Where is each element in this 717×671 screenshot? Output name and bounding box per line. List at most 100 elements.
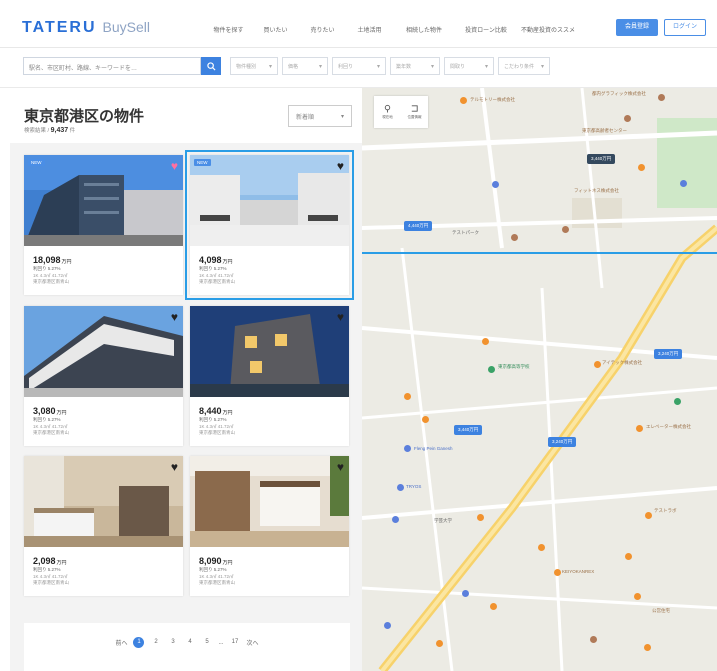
map-place-label: エレベーター株式会社	[646, 424, 691, 429]
favorite-heart-icon[interactable]: ♥	[337, 160, 344, 172]
search-input[interactable]: 駅名、市区町村、路線、キーワードを…	[23, 57, 201, 75]
sort-label: 新着順	[296, 114, 315, 121]
map-price-pin[interactable]: 3,440万円	[454, 425, 483, 435]
chevron-down-icon: ▾	[318, 63, 322, 70]
map-poi-marker[interactable]	[477, 514, 484, 521]
map-poi-marker[interactable]	[482, 338, 489, 345]
filter-layout[interactable]: 間取り ▾	[444, 57, 494, 75]
map-poi-marker[interactable]	[488, 366, 495, 373]
chevron-down-icon: ▾	[268, 63, 272, 70]
current-location-button[interactable]: 現在地	[374, 96, 401, 128]
page-link-last[interactable]: 17	[230, 637, 241, 648]
favorite-heart-icon[interactable]: ♥	[337, 311, 344, 323]
property-card[interactable]: ♥ 8,440万円 利回り 5.27% 1K 4.3㎡ 41.72㎡ 東京都港区…	[190, 306, 349, 446]
filter-age[interactable]: 築年数 ▾	[390, 57, 440, 75]
nav-item-loan[interactable]: 投資ローン比較	[455, 25, 517, 34]
map-poi-marker[interactable]	[397, 484, 404, 491]
map-poi-marker[interactable]	[636, 425, 643, 432]
result-number: 9,437	[50, 127, 69, 134]
filter-yield[interactable]: 利回り ▾	[332, 57, 386, 75]
property-location: 東京都港区南青山	[33, 430, 69, 435]
property-price: 8,090万円	[199, 556, 233, 566]
listing-header: 東京都港区の物件 検索結果 / 9,437 件 新着順 ▾	[10, 88, 362, 143]
map-view[interactable]: 現在地 位置情報 3,440万円 4,440万円 3,240万円 3,240万円…	[362, 88, 717, 671]
selection-connector	[362, 252, 717, 254]
property-location: 東京都港区南青山	[199, 580, 235, 585]
site-logo[interactable]: TATERU BuySell	[22, 19, 150, 37]
map-poi-marker[interactable]	[538, 544, 545, 551]
map-poi-marker[interactable]	[436, 640, 443, 647]
map-price-pin[interactable]: 3,240万円	[654, 349, 683, 359]
map-poi-marker[interactable]	[392, 516, 399, 523]
page-link-1[interactable]: 1	[133, 637, 145, 648]
map-poi-marker[interactable]	[644, 644, 651, 651]
search-button[interactable]	[201, 57, 221, 75]
map-price-pin[interactable]: 3,240万円	[548, 437, 577, 447]
filter-price[interactable]: 価格 ▾	[282, 57, 328, 75]
map-poi-marker[interactable]	[460, 97, 467, 104]
sort-select[interactable]: 新着順 ▾	[288, 105, 352, 127]
map-poi-marker[interactable]	[490, 603, 497, 610]
login-button[interactable]: ログイン	[664, 19, 706, 36]
map-poi-marker[interactable]	[625, 553, 632, 560]
filter-options[interactable]: こだわり条件 ▾	[498, 57, 550, 75]
favorite-heart-icon[interactable]: ♥	[171, 160, 178, 172]
map-place-label: KEIYOKANREX	[562, 569, 595, 574]
property-price: 18,098万円	[33, 255, 72, 265]
property-card-selected[interactable]: NEW ♥ 4,098万円 利回り 5.27% 1K 4.3㎡ 41.72㎡ 東…	[185, 150, 354, 300]
nav-item-buy[interactable]: 買いたい	[252, 25, 299, 34]
filter-row: 物件種別 ▾ 価格 ▾ 利回り ▾ 築年数 ▾ 間取り ▾ こだわり条件 ▾	[230, 57, 550, 75]
map-price-pin[interactable]: 4,440万円	[404, 221, 433, 231]
property-card[interactable]: NEW ♥ 18,098万円 利回り 5.27% 1K 4.3㎡ 41.72㎡ …	[24, 155, 183, 295]
map-poi-marker[interactable]	[562, 226, 569, 233]
map-poi-marker[interactable]	[422, 416, 429, 423]
price-value: 4,098	[199, 255, 222, 265]
property-photo	[190, 155, 349, 246]
next-page-link[interactable]: 次へ	[247, 638, 259, 647]
property-yield: 利回り 5.27%	[33, 417, 61, 422]
nav-item-land[interactable]: 土地活用	[346, 25, 393, 34]
map-poi-marker[interactable]	[404, 393, 411, 400]
map-poi-marker[interactable]	[511, 234, 518, 241]
page-link-2[interactable]: 2	[150, 637, 161, 648]
map-poi-marker[interactable]	[404, 445, 411, 452]
map-poi-marker[interactable]	[680, 180, 687, 187]
map-poi-marker[interactable]	[590, 636, 597, 643]
map-poi-marker[interactable]	[674, 398, 681, 405]
prev-page-link[interactable]: 前へ	[115, 638, 127, 647]
favorite-heart-icon[interactable]: ♥	[337, 461, 344, 473]
page-link-3[interactable]: 3	[167, 637, 178, 648]
map-poi-marker[interactable]	[645, 512, 652, 519]
search-icon	[206, 61, 216, 71]
filter-type[interactable]: 物件種別 ▾	[230, 57, 278, 75]
favorite-heart-icon[interactable]: ♥	[171, 461, 178, 473]
price-unit: 万円	[61, 259, 72, 265]
signup-button[interactable]: 会員登録	[616, 19, 658, 36]
map-price-pin[interactable]: 3,440万円	[587, 154, 616, 164]
map-poi-marker[interactable]	[384, 622, 391, 629]
map-place-label: 都内グラフィック株式会社	[592, 91, 646, 96]
map-poi-marker[interactable]	[462, 590, 469, 597]
favorite-heart-icon[interactable]: ♥	[171, 311, 178, 323]
map-poi-marker[interactable]	[594, 361, 601, 368]
result-count: 検索結果 / 9,437 件	[24, 127, 76, 134]
map-poi-marker[interactable]	[492, 181, 499, 188]
map-poi-marker[interactable]	[624, 115, 631, 122]
map-place-label: 公営住宅	[652, 608, 670, 613]
map-poi-marker[interactable]	[638, 164, 645, 171]
page-link-5[interactable]: 5	[201, 637, 212, 648]
property-card[interactable]: ♥ 2,098万円 利回り 5.27% 1K 4.3㎡ 41.72㎡ 東京都港区…	[24, 456, 183, 596]
page-link-4[interactable]: 4	[184, 637, 195, 648]
property-card[interactable]: ♥ 3,080万円 利回り 5.27% 1K 4.3㎡ 41.72㎡ 東京都港区…	[24, 306, 183, 446]
map-poi-marker[interactable]	[634, 593, 641, 600]
nav-item-search[interactable]: 物件を探す	[205, 25, 252, 34]
nav-item-sell[interactable]: 売りたい	[299, 25, 346, 34]
nav-item-guide[interactable]: 不動産投資のススメ	[517, 25, 579, 34]
map-canvas	[362, 88, 717, 671]
map-poi-marker[interactable]	[658, 94, 665, 101]
property-card[interactable]: ♥ 8,090万円 利回り 5.27% 1K 4.3㎡ 41.72㎡ 東京都港区…	[190, 456, 349, 596]
location-info-button[interactable]: 位置情報	[401, 96, 428, 128]
current-location-label: 現在地	[382, 115, 393, 119]
map-poi-marker[interactable]	[554, 569, 561, 576]
nav-item-inherit[interactable]: 相続した物件	[393, 25, 455, 34]
